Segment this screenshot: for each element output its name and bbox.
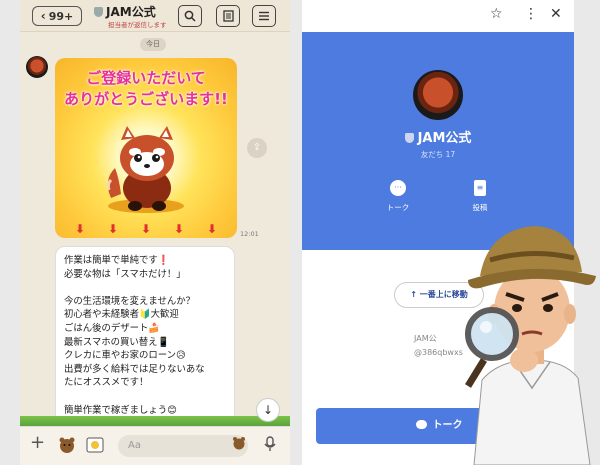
date-chip: 今日 [140, 38, 166, 51]
message-line: 出費が多く給料では足りないあな [64, 363, 205, 375]
red-panda-illustration [106, 126, 184, 213]
message-line: 最新スマホの買い替え📱 [64, 336, 170, 348]
chat-icon [415, 420, 427, 429]
profile-avatar[interactable] [413, 70, 463, 120]
close-icon[interactable]: ✕ [550, 6, 562, 22]
microphone-icon[interactable] [264, 436, 276, 456]
share-button[interactable]: ⇪ [247, 138, 267, 158]
welcome-image[interactable]: ご登録いただいて ありがとうございます!! ⬇ ⬇ ⬇ ⬇ ⬇ [55, 58, 237, 238]
friend-count: 友だち 17 [420, 150, 456, 159]
share-icon: ⇪ [252, 142, 262, 153]
search-icon [184, 10, 196, 22]
album-icon[interactable] [86, 436, 104, 458]
document-icon: ≡ [474, 180, 486, 196]
welcome-line-1: ご登録いただいて [86, 69, 206, 87]
welcome-image-text: ご登録いただいて ありがとうございます!! [55, 68, 237, 110]
screenshot: ‹ 99+ JAM公式 担当者が返信します 今日 ご登録いただいて ありがとうご… [0, 0, 600, 465]
message-line [64, 281, 226, 295]
chat-title-text: JAM公式 [106, 5, 156, 19]
chat-subtitle: 担当者が返信します [108, 21, 167, 29]
notes-button[interactable] [216, 5, 240, 27]
message-line: たにオススメです！ [64, 377, 149, 389]
message-line: 初心者や未経験者🔰大歓迎 [64, 309, 179, 321]
talk-action[interactable]: ··· トーク [378, 180, 418, 213]
plus-icon[interactable]: + [30, 432, 45, 453]
shield-icon [94, 7, 103, 17]
message-time: 12:01 [240, 230, 259, 238]
message-line: 作業は簡単で単純です❗ [64, 255, 170, 266]
message-line: クレカに車やお家のローン😥 [64, 350, 186, 362]
scroll-down-button[interactable]: ↓ [256, 398, 280, 422]
search-button[interactable] [178, 5, 202, 27]
unread-count: 99+ [48, 9, 74, 23]
more-icon[interactable]: ⋮ [524, 6, 538, 22]
chat-panel: ‹ 99+ JAM公式 担当者が返信します 今日 ご登録いただいて ありがとうご… [20, 0, 290, 465]
arrow-down-icon: ↓ [262, 403, 274, 417]
emoji-bear-icon[interactable] [232, 436, 246, 454]
arrow-down-icon: ⬇ [206, 222, 217, 236]
arrow-down-icon: ⬇ [173, 222, 185, 236]
arrow-down-icon: ⬇ [107, 222, 119, 236]
down-arrows: ⬇ ⬇ ⬇ ⬇ ⬇ [75, 222, 217, 236]
chat-title: JAM公式 [94, 3, 156, 20]
menu-icon [259, 11, 269, 21]
notes-icon [222, 10, 234, 22]
profile-topbar: ☆ ⋮ ✕ [302, 0, 574, 32]
arrow-down-icon: ⬇ [75, 222, 86, 236]
input-bar: + Aa [20, 426, 290, 465]
detective-illustration [465, 226, 596, 465]
message-line: 今の生活環境を変えませんか？ [64, 295, 195, 307]
info-name: JAM公 [414, 334, 437, 343]
sender-avatar[interactable] [26, 56, 48, 78]
shield-icon [404, 133, 414, 143]
star-icon[interactable]: ☆ [490, 6, 503, 22]
arrow-down-icon: ⬇ [140, 222, 152, 236]
message-input[interactable]: Aa [118, 435, 248, 457]
chevron-left-icon: ‹ [40, 9, 46, 23]
welcome-line-2: ありがとうございます!! [64, 90, 228, 108]
message-line: ごはん後のデザート🍰 [64, 322, 161, 334]
message-line [64, 390, 226, 404]
message-line: 必要な物は「スマホだけ！」 [64, 268, 186, 280]
grass-decoration [20, 416, 290, 426]
profile-name-text: JAM公式 [417, 131, 472, 146]
chat-header: ‹ 99+ JAM公式 担当者が返信します [20, 0, 290, 32]
profile-name: JAM公式 [302, 127, 574, 146]
post-action[interactable]: ≡ 投稿 [460, 180, 500, 213]
back-button[interactable]: ‹ 99+ [32, 6, 82, 26]
chat-bubble-icon: ··· [390, 180, 406, 196]
menu-button[interactable] [252, 5, 276, 27]
sticker-bear-icon[interactable] [58, 436, 76, 458]
talk-action-label: トーク [386, 203, 410, 212]
